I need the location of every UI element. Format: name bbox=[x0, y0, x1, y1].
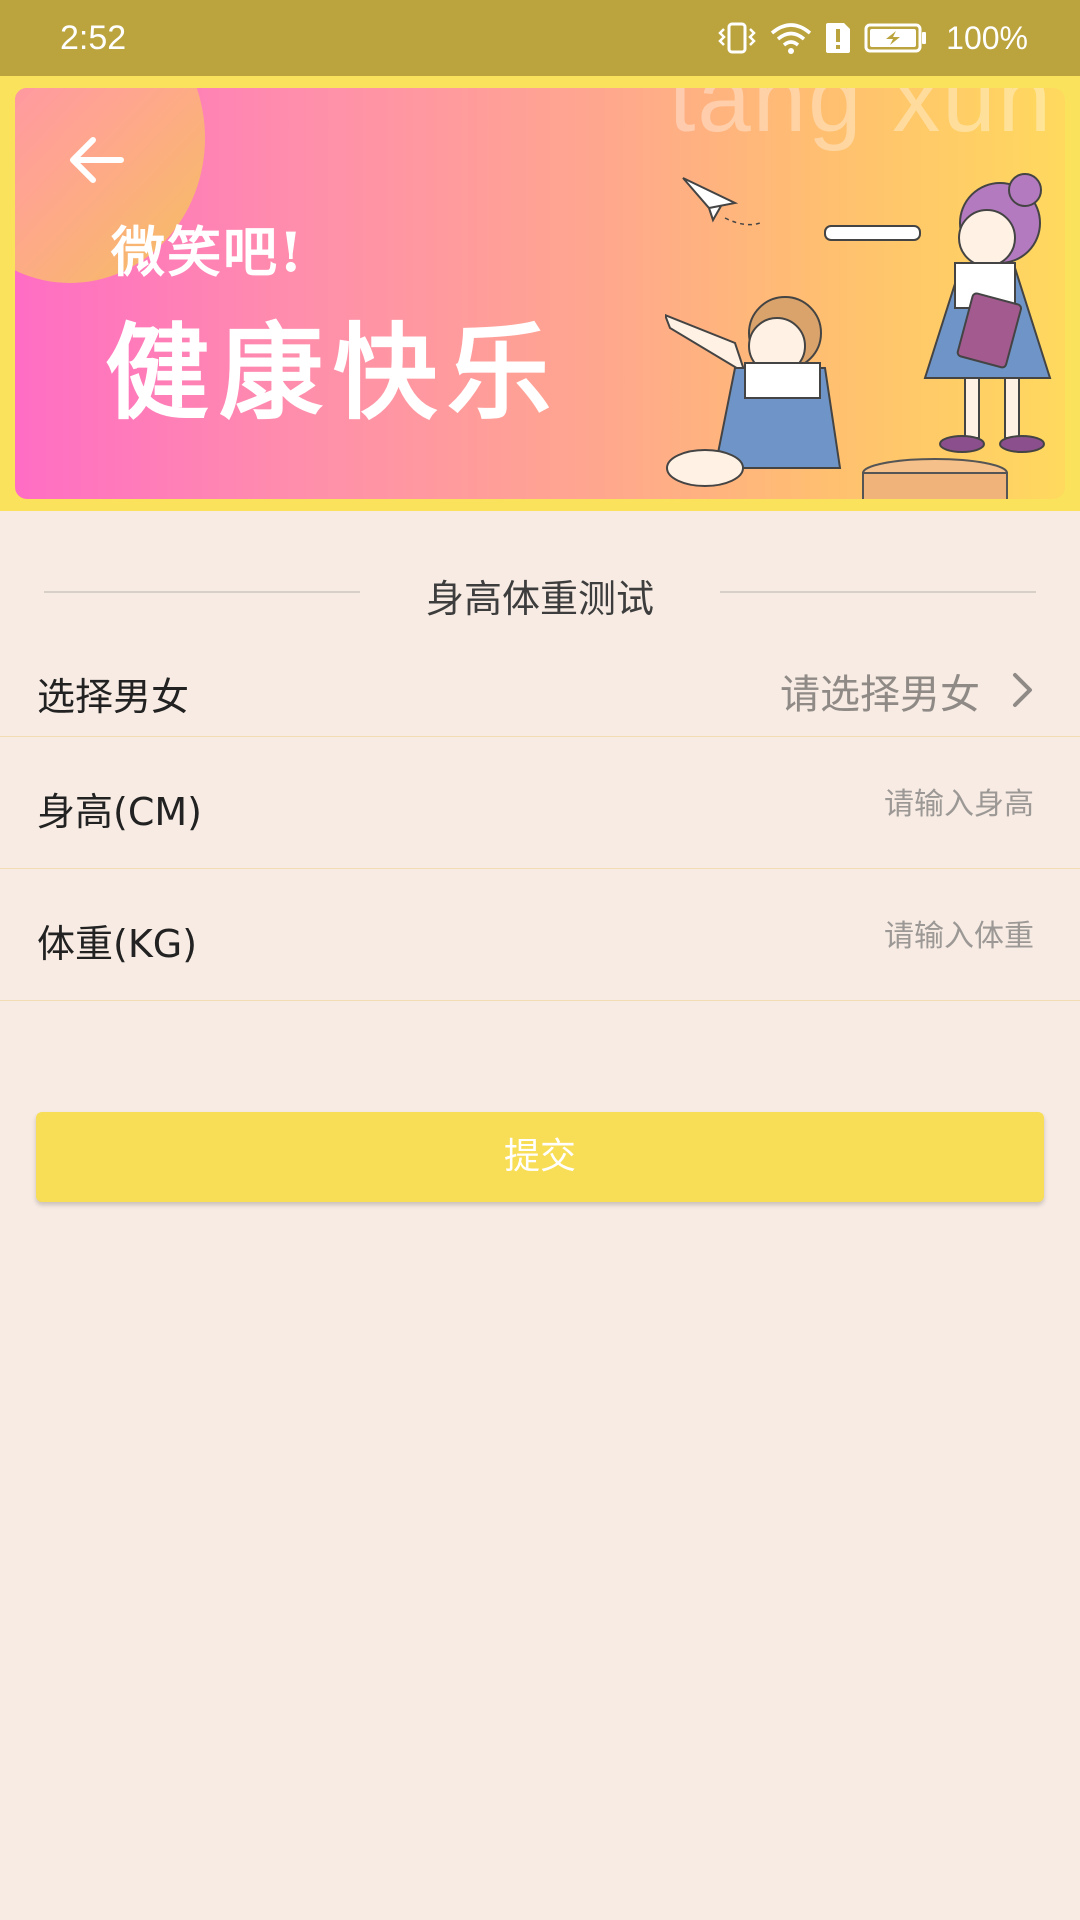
section-title: 身高体重测试 bbox=[425, 577, 654, 621]
gender-select-row[interactable]: 选择男女 请选择男女 bbox=[0, 636, 1080, 737]
status-bar: 2:52 100% bbox=[0, 0, 1080, 76]
paper-plane-icon bbox=[682, 177, 739, 223]
header-banner: tang xun 微笑吧! 健康快乐 bbox=[15, 88, 1065, 499]
battery-charging-icon bbox=[864, 23, 927, 53]
height-row: 身高(CM) bbox=[0, 737, 1080, 869]
wifi-icon bbox=[771, 23, 812, 54]
banner-watermark: tang xun bbox=[668, 88, 1053, 152]
weight-label: 体重(KG) bbox=[37, 922, 198, 966]
submit-button[interactable]: 提交 bbox=[36, 1112, 1044, 1202]
vibrate-icon bbox=[718, 22, 756, 54]
header-banner-frame: tang xun 微笑吧! 健康快乐 bbox=[0, 76, 1080, 511]
arrow-left-icon bbox=[70, 137, 124, 183]
battery-percentage: 100% bbox=[946, 20, 1028, 56]
height-label: 身高(CM) bbox=[37, 790, 202, 834]
back-button[interactable] bbox=[55, 118, 139, 202]
children-illustration bbox=[665, 173, 1052, 499]
section-header: 身高体重测试 bbox=[44, 560, 1036, 624]
height-input[interactable] bbox=[672, 773, 1036, 835]
weight-row: 体重(KG) bbox=[0, 869, 1080, 1001]
gender-label: 选择男女 bbox=[37, 675, 190, 719]
banner-subtitle: 微笑吧! bbox=[111, 220, 305, 284]
weight-input[interactable] bbox=[672, 905, 1036, 967]
banner-title: 健康快乐 bbox=[105, 311, 562, 434]
alert-icon bbox=[826, 23, 851, 53]
status-time: 2:52 bbox=[60, 19, 127, 57]
gender-select-value[interactable]: 请选择男女 bbox=[780, 662, 980, 720]
divider-line-right bbox=[720, 591, 1036, 593]
status-icons: 100% bbox=[716, 16, 1028, 60]
chevron-right-icon bbox=[1013, 673, 1032, 707]
